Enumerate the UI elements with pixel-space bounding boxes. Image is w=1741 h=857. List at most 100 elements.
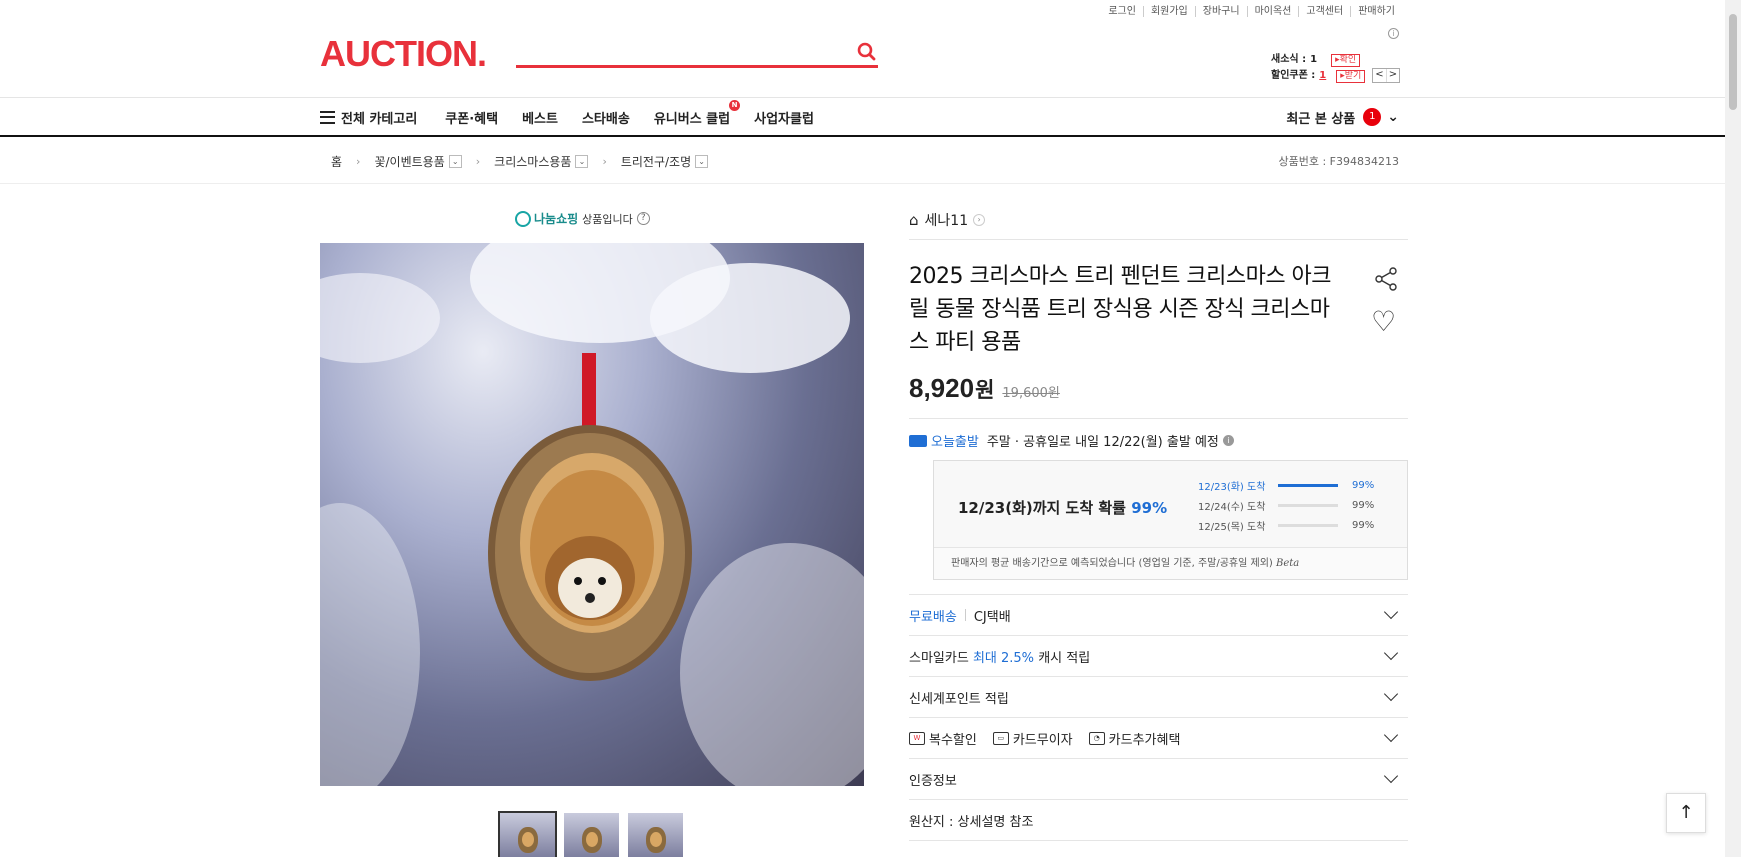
card-benefit-icon: ◔ <box>1088 731 1105 745</box>
thumbnail-1[interactable] <box>498 811 557 857</box>
thumbnail-2[interactable] <box>564 813 619 857</box>
chevron-right-icon: › <box>602 155 607 168</box>
all-category-label: 전체 카테고리 <box>341 111 418 127</box>
news-label: 새소식 : <box>1271 54 1307 65</box>
ship-notice: 주말 · 공휴일로 내일 12/22(월) 출발 예정 <box>986 435 1219 450</box>
cert-label: 인증정보 <box>909 773 957 789</box>
dropdown-icon[interactable]: ⌄ <box>448 155 462 168</box>
page-scrollbar[interactable] <box>1725 0 1741 857</box>
nav-universe-club[interactable]: 유니버스 클럽 N <box>654 99 741 127</box>
card-extra-label: 카드추가혜택 <box>1108 732 1181 748</box>
news-check-button[interactable]: ▸확인 <box>1331 53 1361 67</box>
prediction-footnote-text: 판매자의 평균 배송기간으로 예측되었습니다 (영업일 기준, 주말/공휴일 제… <box>951 558 1273 569</box>
dropdown-icon[interactable]: ⌄ <box>575 155 589 168</box>
prediction-bar <box>1278 483 1338 487</box>
prediction-footnote: 판매자의 평균 배송기간으로 예측되었습니다 (영업일 기준, 주말/공휴일 제… <box>934 547 1407 579</box>
prev-arrow-icon[interactable]: < <box>1373 69 1386 82</box>
new-badge: N <box>729 99 741 111</box>
prediction-headline: 12/23(화)까지 도착 확률 99% <box>958 497 1167 518</box>
nav-business-club[interactable]: 사업자클럽 <box>754 108 814 127</box>
origin-row: 원산지 : 상세설명 참조 <box>909 800 1408 841</box>
accordion-discounts[interactable]: W 복수할인 ▭ 카드무이자 ◔ 카드추가혜택 <box>909 718 1408 759</box>
nav-coupon[interactable]: 쿠폰·혜택 <box>445 108 498 127</box>
info-icon[interactable]: i <box>1388 28 1399 39</box>
chevron-right-icon: › <box>973 213 986 226</box>
signup-link[interactable]: 회원가입 <box>1142 6 1195 17</box>
prediction-date: 12/24(수) 도착 <box>1198 501 1266 513</box>
smilecard-post: 캐시 적립 <box>1038 650 1091 666</box>
chevron-down-icon <box>1383 604 1399 620</box>
recent-viewed-button[interactable]: 최근 본 상품 1 ⌄ <box>1286 98 1399 136</box>
beta-label: Beta <box>1276 558 1300 569</box>
nanum-logo: 나눔쇼핑 <box>515 210 578 227</box>
search-input[interactable] <box>516 40 846 64</box>
chevron-right-icon: › <box>475 155 481 168</box>
card-noint-label: 카드무이자 <box>1012 732 1073 748</box>
share-icon[interactable] <box>1373 266 1399 292</box>
next-arrow-icon[interactable]: > <box>1386 69 1399 82</box>
breadcrumb-home[interactable]: 홈 <box>331 153 342 170</box>
nanum-icon <box>515 210 531 227</box>
chevron-down-icon <box>1383 727 1399 743</box>
coupon-label: 할인쿠폰 : <box>1271 70 1316 81</box>
chevron-right-icon: › <box>356 155 361 168</box>
accordion-cert[interactable]: 인증정보 <box>909 759 1408 800</box>
notice-box: 새소식 : 1 ▸확인 할인쿠폰 : 1 ▸받기 <box>1271 52 1366 84</box>
accordion-smilecard[interactable]: 스마일카드 최대 2.5% 캐시 적립 <box>909 636 1408 677</box>
prediction-bar <box>1278 523 1338 527</box>
breadcrumb-level-3[interactable]: 트리전구/조명 <box>621 153 691 170</box>
global-nav: 전체 카테고리 쿠폰·혜택 베스트 스타배송 유니버스 클럽 N 사업자클럽 최근… <box>0 97 1741 137</box>
auction-logo[interactable]: AUCTION. <box>320 36 487 72</box>
news-count: 1 <box>1310 54 1318 65</box>
breadcrumb: 홈 › 꽃/이벤트용품 ⌄ › 크리스마스용품 ⌄ › 트리전구/조명 ⌄ <box>331 139 709 184</box>
cart-link[interactable]: 장바구니 <box>1194 6 1247 17</box>
nav-star-delivery[interactable]: 스타배송 <box>582 108 630 127</box>
prediction-headline-pct: 99% <box>1131 499 1168 517</box>
smilecard-label: 스마일카드 <box>909 650 969 666</box>
store-name: 세나11 <box>924 212 969 229</box>
help-icon[interactable]: ? <box>636 212 650 225</box>
hedgehog-ornament-image <box>488 353 692 681</box>
thumbnail-3[interactable] <box>628 813 683 857</box>
breadcrumb-level-2[interactable]: 크리스마스용품 <box>494 153 571 170</box>
product-main-image[interactable] <box>320 243 864 786</box>
menu-icon <box>320 110 335 124</box>
coupon-count[interactable]: 1 <box>1319 68 1326 84</box>
accordion-shinsegae[interactable]: 신세계포인트 적립 <box>909 677 1408 718</box>
breadcrumb-level-1[interactable]: 꽃/이벤트용품 <box>374 153 444 170</box>
prediction-pct: 99% <box>1352 519 1375 531</box>
sell-link[interactable]: 판매하기 <box>1350 6 1402 17</box>
chevron-down-icon <box>1383 686 1399 702</box>
chevron-down-icon <box>1383 645 1399 661</box>
prediction-pct: 99% <box>1352 479 1375 491</box>
scrollbar-thumb[interactable] <box>1729 14 1737 110</box>
origin-label: 원산지 : 상세설명 참조 <box>909 814 1034 830</box>
info-icon[interactable]: i <box>1222 435 1234 446</box>
accordion-shipping[interactable]: 무료배송 CJ택배 <box>909 595 1408 636</box>
dropdown-icon[interactable]: ⌄ <box>695 155 709 168</box>
chevron-down-icon <box>1383 768 1399 784</box>
notice-pager: < > <box>1372 68 1400 83</box>
prediction-date: 12/25(목) 도착 <box>1198 521 1266 533</box>
price-unit: 원 <box>975 378 995 402</box>
breadcrumb-bar: 홈 › 꽃/이벤트용품 ⌄ › 크리스마스용품 ⌄ › 트리전구/조명 ⌄ 상품… <box>0 139 1741 184</box>
wishlist-heart-icon[interactable]: ♡ <box>1371 308 1396 336</box>
product-number: 상품번호 : F394834213 <box>1278 155 1400 168</box>
recent-label: 최근 본 상품 <box>1286 111 1356 127</box>
search-bar <box>516 40 878 68</box>
coupon-receive-button[interactable]: ▸받기 <box>1336 69 1366 83</box>
home-icon: ⌂ <box>909 210 919 229</box>
login-link[interactable]: 로그인 <box>1101 6 1143 17</box>
nav-best[interactable]: 베스트 <box>522 108 558 127</box>
prediction-bar <box>1278 503 1338 507</box>
search-icon[interactable] <box>854 40 878 64</box>
customer-center-link[interactable]: 고객센터 <box>1298 6 1350 17</box>
prediction-row: 12/25(목) 도착 99% <box>1198 515 1374 535</box>
myauction-link[interactable]: 마이옥션 <box>1246 6 1299 17</box>
nanum-text: 상품입니다 <box>582 212 633 226</box>
all-category-button[interactable]: 전체 카테고리 <box>320 108 417 127</box>
store-link[interactable]: ⌂ 세나11 › <box>909 200 1408 240</box>
scroll-top-button[interactable]: ↑ <box>1666 793 1706 833</box>
chevron-down-icon: ⌄ <box>1387 109 1399 125</box>
original-price: 19,600원 <box>1002 386 1060 401</box>
